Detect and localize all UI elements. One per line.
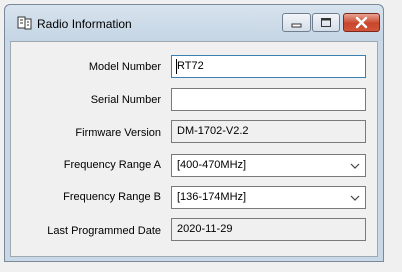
maximize-button[interactable] [312,13,340,32]
model-number-field[interactable]: RT72 [171,55,366,78]
firmware-version-value: DM-1702-V2.2 [177,125,249,137]
chevron-down-icon [350,163,360,169]
frequency-range-b-value: [136-174MHz] [177,191,247,203]
title-bar[interactable]: Radio Information [5,5,383,41]
background-strip [384,0,402,272]
form-panel: Model Number RT72 Serial Number Firmware… [10,41,378,257]
frequency-range-b-select[interactable]: [136-174MHz] [171,186,366,209]
close-button[interactable] [343,13,380,32]
model-number-label: Model Number [88,61,161,73]
maximize-icon [321,18,331,27]
minimize-button[interactable] [282,13,311,32]
radio-app-icon [17,15,33,31]
serial-number-field[interactable] [171,88,366,111]
frequency-range-a-value: [400-470MHz] [177,159,247,171]
close-icon [355,16,368,29]
firmware-version-field[interactable]: DM-1702-V2.2 [171,120,366,143]
chevron-down-icon [350,195,360,201]
frequency-range-a-label: Frequency Range A [63,159,161,171]
frequency-range-b-label: Frequency Range B [63,191,161,203]
window-title: Radio Information [37,17,132,31]
frequency-range-a-select[interactable]: [400-470MHz] [171,154,366,177]
firmware-version-label: Firmware Version [75,127,161,139]
radio-information-window: Radio Information Model Number RT72 Seri… [4,4,384,262]
last-programmed-date-label: Last Programmed Date [47,225,161,237]
serial-number-label: Serial Number [90,94,161,106]
model-number-value: RT72 [177,60,204,72]
text-caret [176,59,177,74]
minimize-icon [291,23,302,28]
last-programmed-date-value: 2020-11-29 [177,223,233,235]
last-programmed-date-field[interactable]: 2020-11-29 [171,218,366,241]
